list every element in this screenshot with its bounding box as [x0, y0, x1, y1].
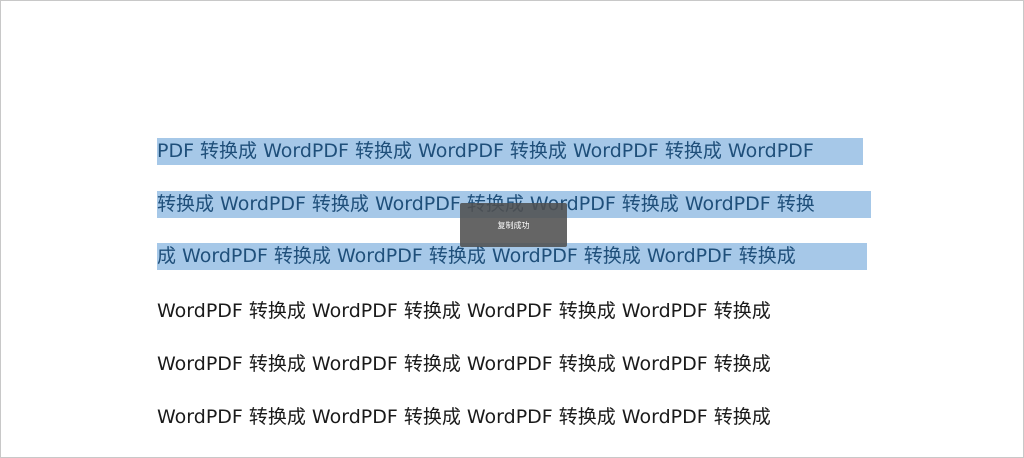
document-text-line[interactable]: WordPDF 转换成 WordPDF 转换成 WordPDF 转换成 Word…: [157, 298, 771, 325]
document-page: PDF 转换成 WordPDF 转换成 WordPDF 转换成 WordPDF …: [0, 0, 1024, 458]
document-text-line[interactable]: PDF 转换成 WordPDF 转换成 WordPDF 转换成 WordPDF …: [157, 138, 863, 165]
copy-success-toast: 复制成功: [460, 203, 567, 247]
document-text-line[interactable]: WordPDF 转换成 WordPDF 转换成 WordPDF 转换成 Word…: [157, 404, 771, 431]
document-text-line[interactable]: 成 WordPDF 转换成 WordPDF 转换成 WordPDF 转换成 Wo…: [157, 243, 867, 270]
toast-message: 复制成功: [497, 220, 530, 230]
document-text-line[interactable]: WordPDF 转换成 WordPDF 转换成 WordPDF 转换成 Word…: [157, 351, 771, 378]
